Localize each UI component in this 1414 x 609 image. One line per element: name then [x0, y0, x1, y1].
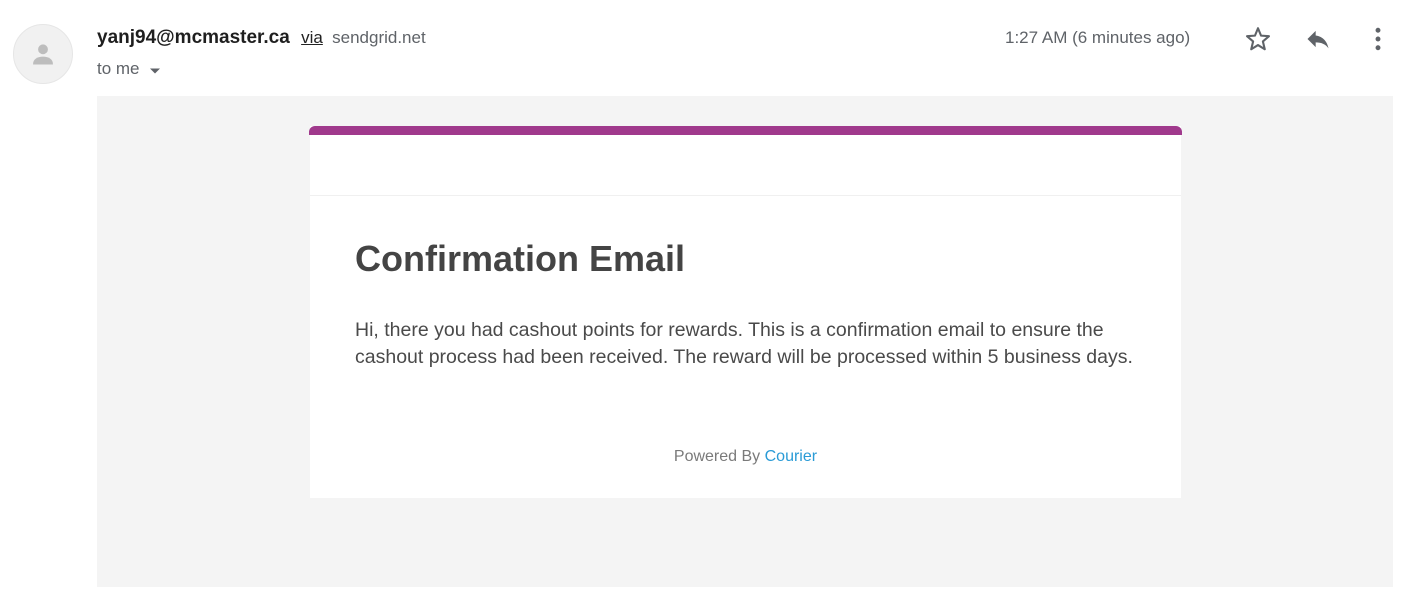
reply-icon[interactable] — [1303, 24, 1333, 54]
email-card: Confirmation Email Hi, there you had cas… — [309, 126, 1182, 498]
card-header — [310, 135, 1181, 196]
email-title: Confirmation Email — [355, 238, 686, 279]
sender-avatar[interactable] — [13, 24, 73, 84]
powered-by-footer: Powered By Courier — [310, 448, 1181, 466]
sender-email[interactable]: yanj94@mcmaster.ca — [97, 27, 290, 48]
default-avatar-icon — [33, 44, 53, 65]
email-body: Confirmation Email Hi, there you had cas… — [97, 96, 1393, 587]
courier-link[interactable]: Courier — [765, 448, 817, 465]
recipient-details-toggle[interactable]: to me — [97, 58, 161, 80]
caret-down-icon[interactable] — [149, 60, 161, 80]
powered-by-label: Powered By — [673, 448, 761, 465]
more-vert-icon[interactable] — [1363, 24, 1393, 54]
card-accent-bar — [309, 126, 1182, 135]
email-view: yanj94@mcmaster.ca via sendgrid.net to m… — [0, 0, 1414, 609]
via-link[interactable]: via — [301, 28, 323, 47]
star-icon[interactable] — [1243, 24, 1273, 54]
sender-line: yanj94@mcmaster.ca via sendgrid.net — [97, 27, 426, 49]
via-domain: sendgrid.net — [332, 28, 426, 47]
recipient-label: to me — [97, 59, 140, 78]
message-timestamp: 1:27 AM (6 minutes ago) — [1005, 28, 1191, 47]
email-message: Hi, there you had cashout points for rew… — [355, 319, 1133, 368]
